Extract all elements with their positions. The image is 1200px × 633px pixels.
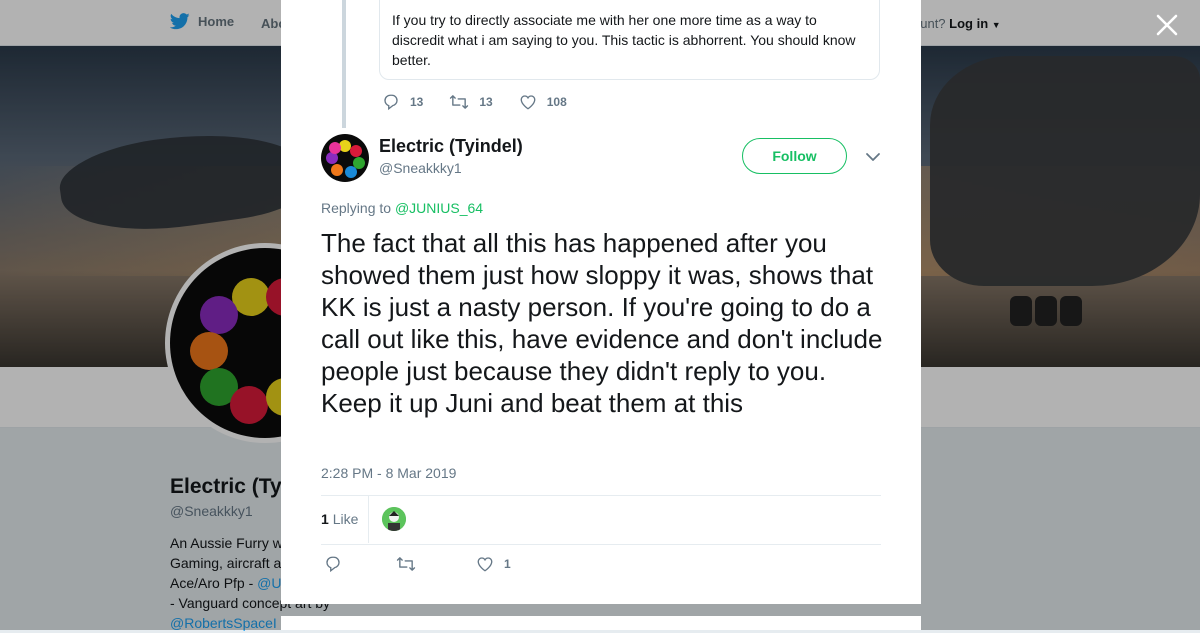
replying-to-mention-link[interactable]: @JUNIUS_64 <box>395 200 483 216</box>
parent-tweet-text: If you try to directly associate me with… <box>392 12 856 68</box>
reply-icon <box>326 556 340 573</box>
like-button[interactable]: 1 <box>476 555 511 573</box>
tweet-author-handle[interactable]: @Sneakkky1 <box>379 160 462 176</box>
like-count: 1 <box>504 557 511 571</box>
retweet-button[interactable]: 13 <box>449 93 493 111</box>
tweet-permalink-modal: If you try to directly associate me with… <box>281 0 921 604</box>
tweet-author-avatar[interactable] <box>321 134 369 182</box>
replying-prefix: Replying to <box>321 200 395 216</box>
tweet-text: The fact that all this has happened afte… <box>321 228 883 418</box>
next-tweet-card-edge <box>281 616 921 630</box>
likes-stat-label: Like <box>332 511 359 527</box>
follow-button[interactable]: Follow <box>742 138 847 174</box>
retweet-icon <box>450 95 469 109</box>
retweet-button[interactable] <box>396 555 416 573</box>
tweet-stats: 1 Like <box>321 495 881 545</box>
replying-to: Replying to @JUNIUS_64 <box>321 200 483 216</box>
hibiscus-flower <box>350 145 362 157</box>
retweet-count: 13 <box>479 95 493 109</box>
like-button[interactable]: 108 <box>519 93 567 111</box>
hibiscus-flower <box>329 142 341 154</box>
chevron-down-icon[interactable] <box>865 150 881 164</box>
hibiscus-flower <box>331 164 343 176</box>
likes-stat[interactable]: 1 Like <box>321 511 358 527</box>
conversation-thread-line <box>342 0 346 128</box>
stats-divider <box>368 496 369 543</box>
hibiscus-flower <box>345 166 357 178</box>
like-count: 108 <box>546 95 567 109</box>
reply-button[interactable] <box>324 555 342 573</box>
close-icon[interactable] <box>1154 12 1180 38</box>
liker-avatar-image <box>382 507 406 531</box>
heart-icon <box>477 557 493 572</box>
reply-icon <box>384 94 398 111</box>
retweet-icon <box>396 557 416 571</box>
reply-button[interactable]: 13 <box>382 93 423 111</box>
tweet-actions: 1 <box>324 555 511 573</box>
parent-tweet-actions: 13 13 108 <box>382 93 567 111</box>
tweet-author-name[interactable]: Electric (Tyindel) <box>379 136 523 157</box>
heart-icon <box>520 95 536 110</box>
likes-stat-count: 1 <box>321 511 329 527</box>
parent-tweet-card[interactable]: If you try to directly associate me with… <box>379 0 880 80</box>
reply-count: 13 <box>410 95 424 109</box>
tweet-timestamp[interactable]: 2:28 PM - 8 Mar 2019 <box>321 465 456 481</box>
liker-avatar[interactable] <box>382 507 406 531</box>
